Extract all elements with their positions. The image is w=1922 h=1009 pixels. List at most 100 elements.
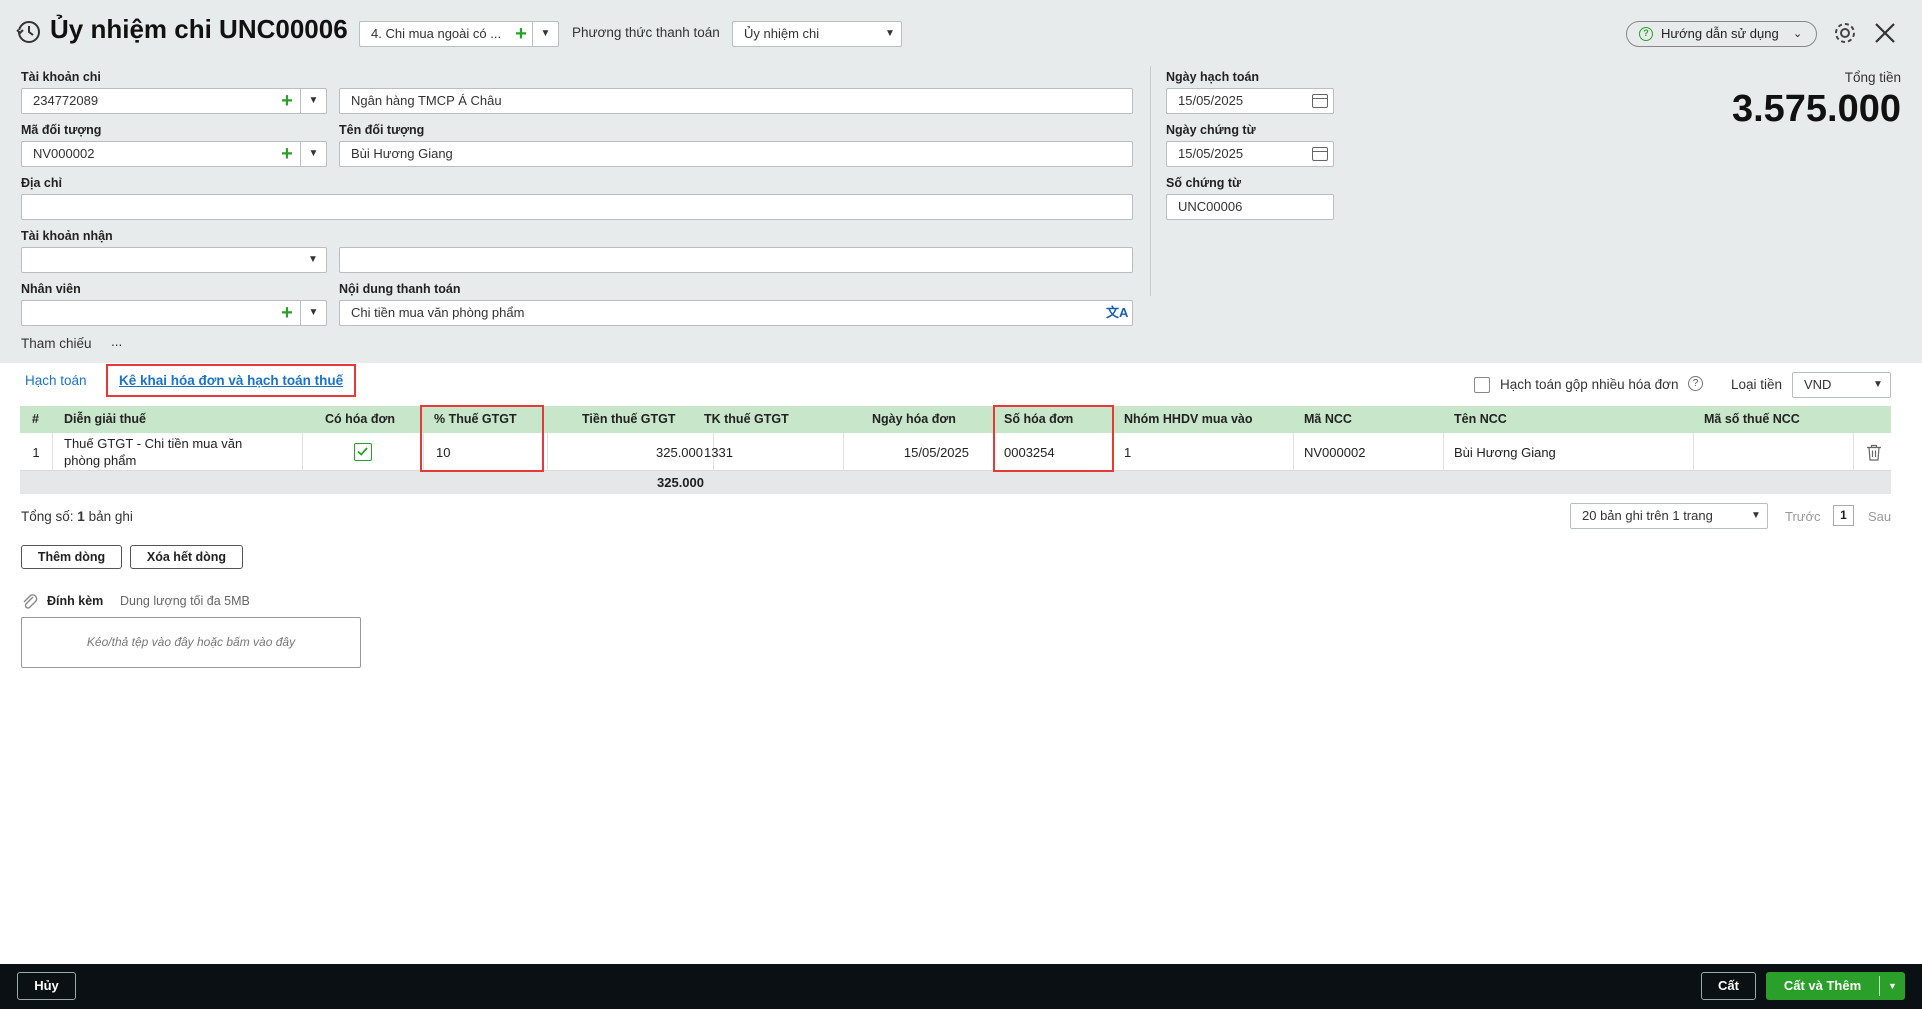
row-tk-thue[interactable]: 1331 — [694, 433, 844, 471]
add-object-icon[interactable]: + — [278, 144, 296, 164]
page-size-select[interactable]: 20 bản ghi trên 1 trang ▼ — [1570, 503, 1768, 529]
chevron-down-icon: ▼ — [308, 254, 318, 265]
ngay-hach-toan-input[interactable]: 15/05/2025 — [1166, 88, 1334, 114]
ngay-chung-tu-input[interactable]: 15/05/2025 — [1166, 141, 1334, 167]
highlight-thue-suat-box — [420, 405, 544, 472]
col-mst-ncc: Mã số thuế NCC — [1704, 412, 1800, 426]
row-nhom-hhdv[interactable]: 1 — [1114, 433, 1294, 471]
nhan-vien-input[interactable]: + ▼ — [21, 300, 327, 326]
chevron-down-icon[interactable]: ▼ — [1880, 972, 1905, 1000]
record-count-prefix: Tổng số: — [21, 509, 74, 524]
tai-khoan-chi-input[interactable]: 234772089 + ▼ — [21, 88, 327, 114]
save-button[interactable]: Cất — [1701, 972, 1756, 1000]
tab-hach-toan[interactable]: Hạch toán — [25, 373, 87, 388]
cancel-button[interactable]: Hủy — [17, 972, 76, 1000]
col-nhom-hhdv: Nhóm HHDV mua vào — [1124, 412, 1253, 426]
chevron-down-icon[interactable]: ▼ — [532, 22, 558, 46]
trash-icon[interactable] — [1866, 444, 1882, 461]
row-dien-giai-line2: phòng phẩm — [64, 453, 137, 468]
add-transaction-type-icon[interactable]: + — [512, 24, 530, 44]
history-icon[interactable] — [16, 19, 42, 45]
calendar-icon[interactable] — [1312, 94, 1328, 108]
row-co-hoa-don[interactable] — [303, 433, 424, 471]
save-and-add-button[interactable]: Cất và Thêm ▼ — [1766, 972, 1905, 1000]
noi-dung-input[interactable]: Chi tiền mua văn phòng phẩm 文A — [339, 300, 1133, 326]
dia-chi-input[interactable] — [21, 194, 1133, 220]
add-account-icon[interactable]: + — [278, 91, 296, 111]
footer-bar: Hủy Cất Cất và Thêm ▼ — [0, 964, 1922, 1009]
highlight-so-hoa-don-box — [993, 405, 1114, 472]
chevron-down-icon: ▼ — [1873, 379, 1883, 390]
col-ma-ncc: Mã NCC — [1304, 412, 1352, 426]
chevron-down-icon: ▼ — [885, 28, 895, 39]
row-mst-ncc[interactable] — [1694, 433, 1854, 471]
chevron-down-icon[interactable]: ▼ — [300, 89, 326, 113]
page-size-value: 20 bản ghi trên 1 trang — [1582, 508, 1713, 523]
tai-khoan-nhan-select[interactable]: ▼ — [21, 247, 327, 273]
tai-khoan-chi-value: 234772089 — [33, 93, 99, 108]
bank-name-value: Ngân hàng TMCP Á Châu — [351, 93, 502, 108]
row-ngay-hoa-don[interactable]: 15/05/2025 — [844, 433, 994, 471]
clear-rows-button[interactable]: Xóa hết dòng — [130, 545, 243, 569]
so-chung-tu-input[interactable]: UNC00006 — [1166, 194, 1334, 220]
ten-doi-tuong-value: Bùi Hương Giang — [351, 146, 453, 161]
loai-tien-select[interactable]: VND ▼ — [1792, 372, 1891, 398]
loai-tien-value: VND — [1804, 377, 1832, 392]
ten-doi-tuong-label: Tên đối tượng — [339, 123, 425, 137]
receiving-bank-input[interactable] — [339, 247, 1133, 273]
col-index: # — [32, 412, 39, 426]
next-page-button[interactable]: Sau — [1868, 509, 1891, 524]
record-count-value: 1 — [77, 509, 85, 524]
checkbox-checked-icon[interactable] — [354, 443, 372, 461]
calendar-icon[interactable] — [1312, 147, 1328, 161]
prev-page-button[interactable]: Trước — [1785, 509, 1821, 524]
info-icon[interactable]: ? — [1688, 376, 1703, 391]
col-dien-giai: Diễn giải thuế — [64, 412, 146, 426]
highlight-tab-box — [106, 364, 356, 397]
transaction-type-value: 4. Chi mua ngoài có ... — [371, 26, 502, 41]
noi-dung-value: Chi tiền mua văn phòng phẩm — [351, 305, 525, 320]
ma-doi-tuong-input[interactable]: NV000002 + ▼ — [21, 141, 327, 167]
record-count-suffix: bản ghi — [88, 509, 133, 524]
close-icon[interactable] — [1874, 22, 1896, 44]
row-dien-giai[interactable]: Thuế GTGT - Chi tiền mua văn phòng phẩm — [53, 433, 303, 471]
chevron-down-icon[interactable]: ▼ — [300, 301, 326, 325]
add-employee-icon[interactable]: + — [278, 303, 296, 323]
ngay-hach-toan-value: 15/05/2025 — [1178, 93, 1244, 108]
grid-summary-row: 325.000 — [20, 471, 1891, 494]
chevron-down-icon: ⌄ — [1793, 28, 1803, 40]
ngay-hach-toan-label: Ngày hạch toán — [1166, 70, 1260, 84]
tham-chieu-more-button[interactable]: ... — [111, 334, 122, 349]
tai-khoan-chi-label: Tài khoản chi — [21, 70, 101, 84]
payment-method-select[interactable]: Ủy nhiệm chi ▼ — [732, 21, 902, 47]
ten-doi-tuong-input[interactable]: Bùi Hương Giang — [339, 141, 1133, 167]
bank-name-input[interactable]: Ngân hàng TMCP Á Châu — [339, 88, 1133, 114]
row-dien-giai-line1: Thuế GTGT - Chi tiền mua văn — [64, 436, 243, 451]
attachment-dropzone[interactable]: Kéo/thả tệp vào đây hoặc bấm vào đây — [21, 617, 361, 668]
col-ngay-hoa-don: Ngày hóa đơn — [872, 412, 956, 426]
gop-hoa-don-label: Hạch toán gộp nhiều hóa đơn — [1500, 377, 1679, 392]
add-row-button[interactable]: Thêm dòng — [21, 545, 122, 569]
row-ten-ncc[interactable]: Bùi Hương Giang — [1444, 433, 1694, 471]
ngay-chung-tu-value: 15/05/2025 — [1178, 146, 1244, 161]
chevron-down-icon[interactable]: ▼ — [300, 142, 326, 166]
section-divider — [1150, 66, 1151, 296]
row-ma-ncc[interactable]: NV000002 — [1294, 433, 1444, 471]
translate-icon[interactable]: 文A — [1106, 301, 1128, 325]
tax-grid-header: # Diễn giải thuế Có hóa đơn % Thuế GTGT … — [20, 406, 1891, 433]
chevron-down-icon: ▼ — [1751, 510, 1761, 521]
current-page[interactable]: 1 — [1833, 505, 1854, 526]
help-button[interactable]: ? Hướng dẫn sử dụng ⌄ — [1626, 21, 1817, 47]
transaction-type-select[interactable]: 4. Chi mua ngoài có ... + ▼ — [359, 21, 559, 47]
save-and-add-label: Cất và Thêm — [1783, 978, 1862, 993]
tham-chieu-label: Tham chiếu — [21, 336, 92, 351]
table-row[interactable]: 1 Thuế GTGT - Chi tiền mua văn phòng phẩ… — [20, 433, 1891, 471]
col-ten-ncc: Tên NCC — [1454, 412, 1507, 426]
tong-tien-value: 3.575.000 — [1731, 88, 1901, 130]
tai-khoan-nhan-label: Tài khoản nhận — [21, 229, 113, 243]
col-tien-thue: Tiền thuế GTGT — [582, 412, 676, 426]
ma-doi-tuong-value: NV000002 — [33, 146, 95, 161]
gear-icon[interactable] — [1832, 20, 1858, 46]
row-tien-thue[interactable]: 325.000 — [548, 433, 714, 471]
gop-hoa-don-checkbox[interactable] — [1474, 377, 1490, 393]
